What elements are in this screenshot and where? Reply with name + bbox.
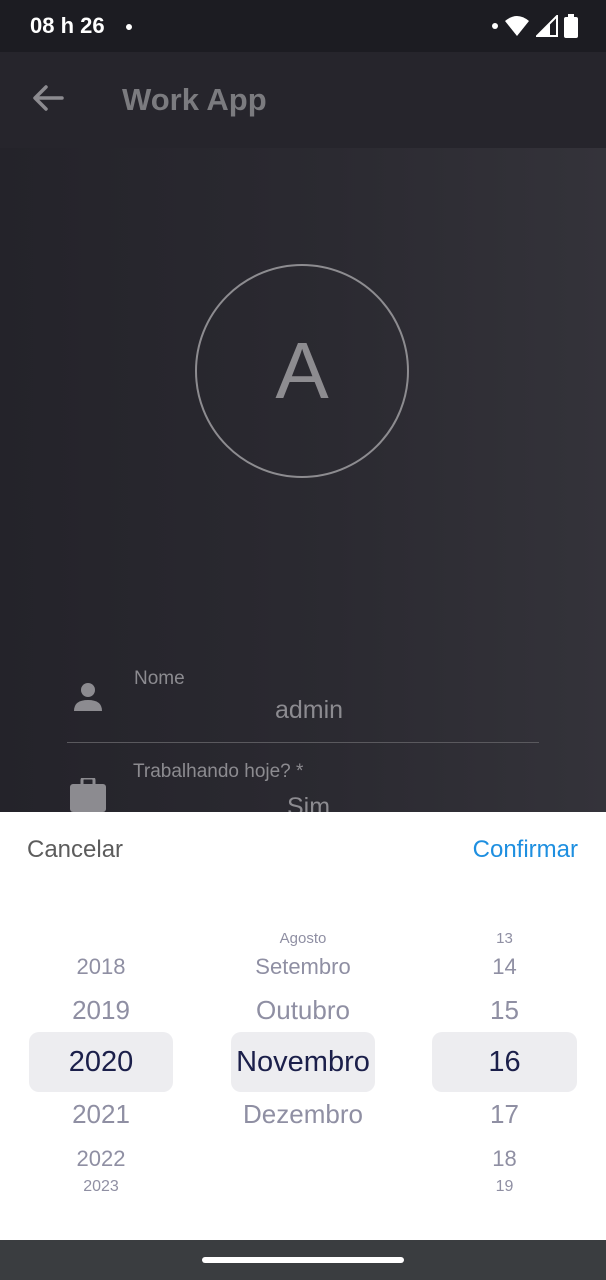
confirm-button[interactable]: Confirmar <box>473 836 578 864</box>
avatar-letter: A <box>275 326 329 415</box>
signal-icon <box>536 15 558 37</box>
year-option-selected[interactable]: 2020 <box>29 1046 173 1079</box>
wifi-icon <box>505 16 529 36</box>
month-option[interactable]: Outubro <box>201 995 405 1026</box>
day-option[interactable]: 19 <box>432 1178 577 1196</box>
navigation-bar <box>0 1240 606 1280</box>
status-bar: 08 h 26 <box>0 0 606 52</box>
nome-value[interactable]: admin <box>275 696 343 725</box>
year-option[interactable]: 2018 <box>29 954 173 980</box>
year-option[interactable]: 2022 <box>29 1146 173 1172</box>
battery-icon <box>564 14 578 38</box>
day-option[interactable]: 18 <box>432 1146 577 1172</box>
day-option[interactable]: 14 <box>432 954 577 980</box>
field-divider <box>67 742 539 743</box>
day-option[interactable]: 13 <box>432 930 577 947</box>
trabalhando-label: Trabalhando hoje? * <box>133 761 304 782</box>
day-option[interactable]: 15 <box>432 995 577 1026</box>
day-option-selected[interactable]: 16 <box>432 1046 577 1079</box>
app-bar: Work App <box>0 52 606 148</box>
notification-dot-icon <box>126 24 132 30</box>
avatar[interactable]: A <box>195 264 409 478</box>
status-time: 08 h 26 <box>30 13 105 38</box>
person-icon <box>74 683 102 711</box>
notification-dot-icon <box>492 23 498 29</box>
day-option[interactable]: 17 <box>432 1099 577 1130</box>
year-option[interactable]: 2021 <box>29 1099 173 1130</box>
status-icons <box>492 14 578 38</box>
year-option[interactable]: 2019 <box>29 995 173 1026</box>
profile-content: A Nome admin Trabalhando hoje? * Sim <box>0 148 606 821</box>
month-option-selected[interactable]: Novembro <box>201 1046 405 1079</box>
cancel-button[interactable]: Cancelar <box>27 836 123 864</box>
app-title: Work App <box>122 82 267 117</box>
month-option[interactable]: Setembro <box>201 954 405 980</box>
year-option[interactable]: 2023 <box>29 1178 173 1196</box>
nome-label: Nome <box>134 668 185 689</box>
arrow-left-icon[interactable] <box>30 80 66 116</box>
briefcase-icon <box>70 778 106 812</box>
month-option[interactable]: Agosto <box>201 930 405 947</box>
home-indicator[interactable] <box>202 1257 404 1263</box>
date-picker-sheet: Cancelar Confirmar 2018 2019 2020 2021 2… <box>0 812 606 1240</box>
month-option[interactable]: Dezembro <box>201 1099 405 1130</box>
